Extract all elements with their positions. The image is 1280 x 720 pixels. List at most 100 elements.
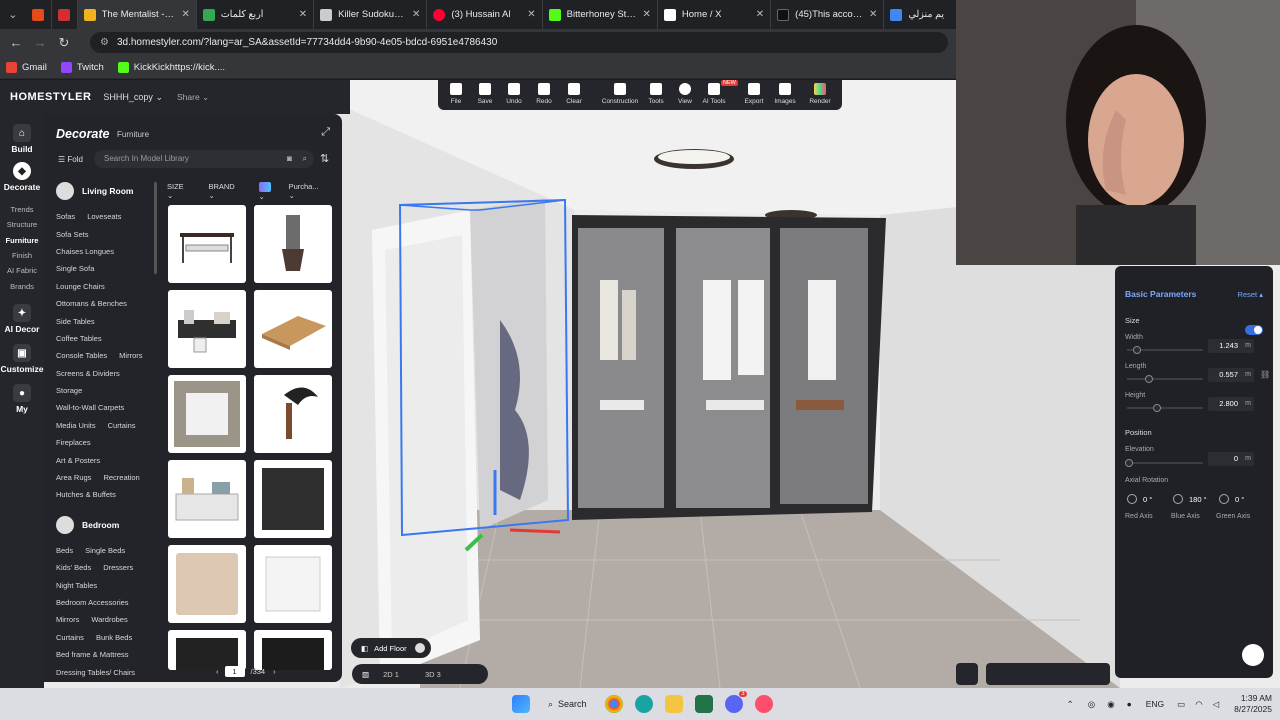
camera-tools[interactable] xyxy=(986,663,1110,685)
width-slider-knob[interactable] xyxy=(1133,346,1141,354)
subcategory-link[interactable]: Recreation xyxy=(103,473,139,482)
tab-close-icon[interactable]: ✕ xyxy=(756,9,764,20)
tab-6[interactable]: (3) Hussain Al ✕ xyxy=(427,0,543,29)
display-icon[interactable]: ▭ xyxy=(1177,699,1185,710)
tab-search-icon[interactable]: ⌄ xyxy=(0,0,26,29)
search-icon[interactable]: ⌕ xyxy=(303,150,307,168)
add-floor-button[interactable]: ◧ Add Floor xyxy=(351,638,431,658)
expand-icon[interactable]: ⤢ xyxy=(321,126,330,139)
toolbar-clear[interactable]: Clear xyxy=(558,83,590,105)
height-input[interactable]: 2.800 m xyxy=(1208,397,1254,411)
page-input[interactable]: 1 xyxy=(224,666,245,677)
tab-1[interactable] xyxy=(26,0,52,29)
subcategory-link[interactable]: Side Tables xyxy=(56,317,95,326)
red-axis-input[interactable]: 0 ° xyxy=(1127,494,1152,504)
chat-support-icon[interactable] xyxy=(1242,644,1264,666)
subcategory-link[interactable]: Sofas xyxy=(56,212,75,221)
subcategory-link[interactable]: Mirrors xyxy=(119,351,142,360)
model-card[interactable] xyxy=(254,205,332,283)
excel-icon[interactable] xyxy=(694,695,713,713)
homestyler-logo[interactable]: HOMESTYLER xyxy=(10,91,91,103)
filter-size[interactable]: SIZE ⌄ xyxy=(167,182,198,201)
elevation-slider-knob[interactable] xyxy=(1125,459,1133,467)
reset-button[interactable]: Reset ▴ xyxy=(1238,290,1263,299)
subcategory-link[interactable]: Curtains xyxy=(56,633,84,642)
tab-9[interactable]: (45)This account is ✕ xyxy=(771,0,885,29)
length-input[interactable]: 0.557 m xyxy=(1208,368,1254,382)
rail-brands[interactable]: Brands xyxy=(0,282,44,291)
model-card[interactable] xyxy=(254,460,332,538)
subcategory-link[interactable]: Mirrors xyxy=(56,615,79,624)
tab-close-icon[interactable]: ✕ xyxy=(643,9,651,20)
size-lock-toggle[interactable] xyxy=(1245,325,1263,335)
next-page-icon[interactable]: › xyxy=(273,667,276,676)
tray-app-icon[interactable]: ◎ xyxy=(1088,699,1095,710)
toolbar-render[interactable]: Render xyxy=(804,83,836,105)
view-toggle-icon[interactable]: ▨ xyxy=(362,670,369,679)
app-icon[interactable] xyxy=(754,695,773,713)
wifi-icon[interactable]: ◠ xyxy=(1195,699,1202,710)
bookmark-gmail[interactable]: Gmail xyxy=(6,61,47,73)
rail-ai-fabric[interactable]: AI Fabric xyxy=(0,266,44,275)
subcategory-link[interactable]: Area Rugs xyxy=(56,473,91,482)
model-card[interactable] xyxy=(168,545,246,623)
subcategory-link[interactable]: Art & Posters xyxy=(56,456,100,465)
model-card[interactable] xyxy=(168,630,246,670)
tab-close-icon[interactable]: ✕ xyxy=(299,9,307,20)
view-2d[interactable]: 2D 1 xyxy=(383,670,399,679)
rail-trends[interactable]: Trends xyxy=(0,205,44,214)
model-card[interactable] xyxy=(168,460,246,538)
width-slider[interactable] xyxy=(1127,346,1203,354)
toolbar-export[interactable]: Export xyxy=(738,83,770,105)
tray-overflow-icon[interactable]: ⌃ xyxy=(1067,699,1074,710)
model-card[interactable] xyxy=(168,205,246,283)
rail-structure[interactable]: Structure xyxy=(0,220,44,229)
clock[interactable]: 1:39 AM 8/27/2025 xyxy=(1234,693,1272,715)
length-slider-knob[interactable] xyxy=(1145,375,1153,383)
subcategory-link[interactable]: Loveseats xyxy=(87,212,121,221)
project-name-dropdown[interactable]: SHHH_copy ⌄ xyxy=(103,92,163,103)
toolbar-view[interactable]: View xyxy=(669,83,701,105)
rail-build[interactable]: ⌂ Build xyxy=(0,124,44,154)
camera-icon[interactable]: ◙ xyxy=(287,150,292,168)
length-slider[interactable] xyxy=(1127,375,1203,383)
model-search-input[interactable]: Search In Model Library ◙ ⌕ xyxy=(94,150,314,168)
height-slider[interactable] xyxy=(1127,404,1203,412)
tab-7[interactable]: Bitterhoney Stream ✕ xyxy=(543,0,658,29)
tab-3[interactable]: The Mentalist - S4 ✕ xyxy=(77,0,197,29)
view-3d[interactable]: 3D 3 xyxy=(425,670,441,679)
tab-2[interactable] xyxy=(52,0,78,29)
height-slider-knob[interactable] xyxy=(1153,404,1161,412)
subcategory-link[interactable]: Wardrobes xyxy=(91,615,127,624)
subcategory-link[interactable]: Kids' Beds xyxy=(56,563,91,572)
subcategory-link[interactable]: Night Tables xyxy=(56,581,97,590)
rail-furniture[interactable]: Furniture xyxy=(0,236,44,245)
filter-brand[interactable]: BRAND ⌄ xyxy=(208,182,248,201)
start-icon[interactable] xyxy=(512,695,530,713)
bookmark-twitch[interactable]: Twitch xyxy=(60,61,104,73)
elevation-input[interactable]: 0m xyxy=(1208,452,1254,466)
rail-customize[interactable]: ▣ Customize xyxy=(0,344,44,374)
move-arrow-red[interactable] xyxy=(509,528,561,534)
toolbar-images[interactable]: Images xyxy=(769,83,801,105)
fold-button[interactable]: ☰ Fold xyxy=(58,155,83,164)
subcategory-link[interactable]: Coffee Tables xyxy=(56,334,102,343)
subcategory-link[interactable]: Media Units xyxy=(56,421,96,430)
chrome-icon[interactable] xyxy=(604,695,623,713)
bookmark-kick[interactable]: KickKickhttps://kick.... xyxy=(117,61,225,73)
toolbar-save[interactable]: Save xyxy=(469,83,501,105)
reload-icon[interactable]: ↻ xyxy=(52,35,76,51)
tab-close-icon[interactable]: ✕ xyxy=(527,9,535,20)
tab-close-icon[interactable]: ✕ xyxy=(412,9,420,20)
toolbar-redo[interactable]: Redo xyxy=(528,83,560,105)
microphone-icon[interactable]: ● xyxy=(1127,699,1132,709)
toolbar-undo[interactable]: Undo xyxy=(498,83,530,105)
toolbar-tools[interactable]: Tools xyxy=(640,83,672,105)
sort-icon[interactable]: ⇅ xyxy=(320,152,329,165)
tray-app-icon[interactable]: ◉ xyxy=(1107,699,1114,710)
subcategory-link[interactable]: Bunk Beds xyxy=(96,633,132,642)
tab-10[interactable]: يم منزلي xyxy=(884,0,956,29)
subcategory-link[interactable]: Ottomans & Benches xyxy=(56,299,127,308)
model-card[interactable] xyxy=(168,375,246,453)
tab-8[interactable]: Home / X ✕ xyxy=(658,0,772,29)
